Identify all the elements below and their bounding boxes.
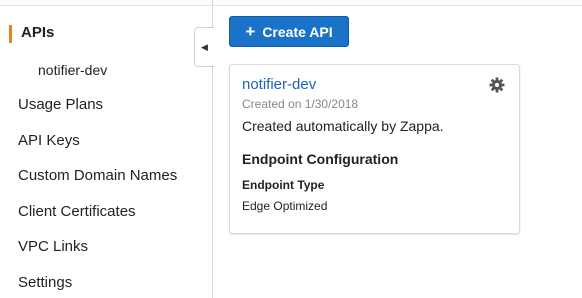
create-api-label: Create API [262, 23, 333, 40]
active-indicator [9, 25, 12, 43]
sidebar-item-vpc-links[interactable]: VPC Links [18, 238, 88, 255]
create-api-button[interactable]: + Create API [229, 16, 349, 47]
sidebar-item-client-certificates[interactable]: Client Certificates [18, 203, 136, 220]
sidebar-item-settings[interactable]: Settings [18, 274, 72, 291]
sidebar-collapse-button[interactable]: ◀ [194, 27, 214, 67]
api-description: Created automatically by Zappa. [242, 118, 444, 134]
sidebar-item-custom-domain-names[interactable]: Custom Domain Names [18, 167, 177, 184]
plus-icon: + [245, 22, 256, 41]
sidebar-item-api-keys[interactable]: API Keys [18, 132, 80, 149]
gear-icon[interactable] [489, 77, 505, 93]
sidebar-item-notifier-dev[interactable]: notifier-dev [38, 62, 107, 78]
caret-left-icon: ◀ [201, 41, 208, 52]
top-strip [0, 0, 582, 6]
api-card: notifier-dev Created on 1/30/2018 Create… [229, 64, 520, 234]
endpoint-configuration-heading: Endpoint Configuration [242, 151, 399, 167]
sidebar-item-apis[interactable]: APIs [21, 24, 54, 41]
endpoint-type-label: Endpoint Type [242, 178, 325, 192]
api-name-link[interactable]: notifier-dev [242, 76, 316, 93]
created-date: Created on 1/30/2018 [242, 97, 359, 111]
sidebar-item-usage-plans[interactable]: Usage Plans [18, 96, 103, 113]
top-strip-divider [212, 0, 213, 6]
sidebar: APIs notifier-dev Usage Plans API Keys C… [0, 7, 213, 298]
endpoint-type-value: Edge Optimized [242, 199, 328, 213]
